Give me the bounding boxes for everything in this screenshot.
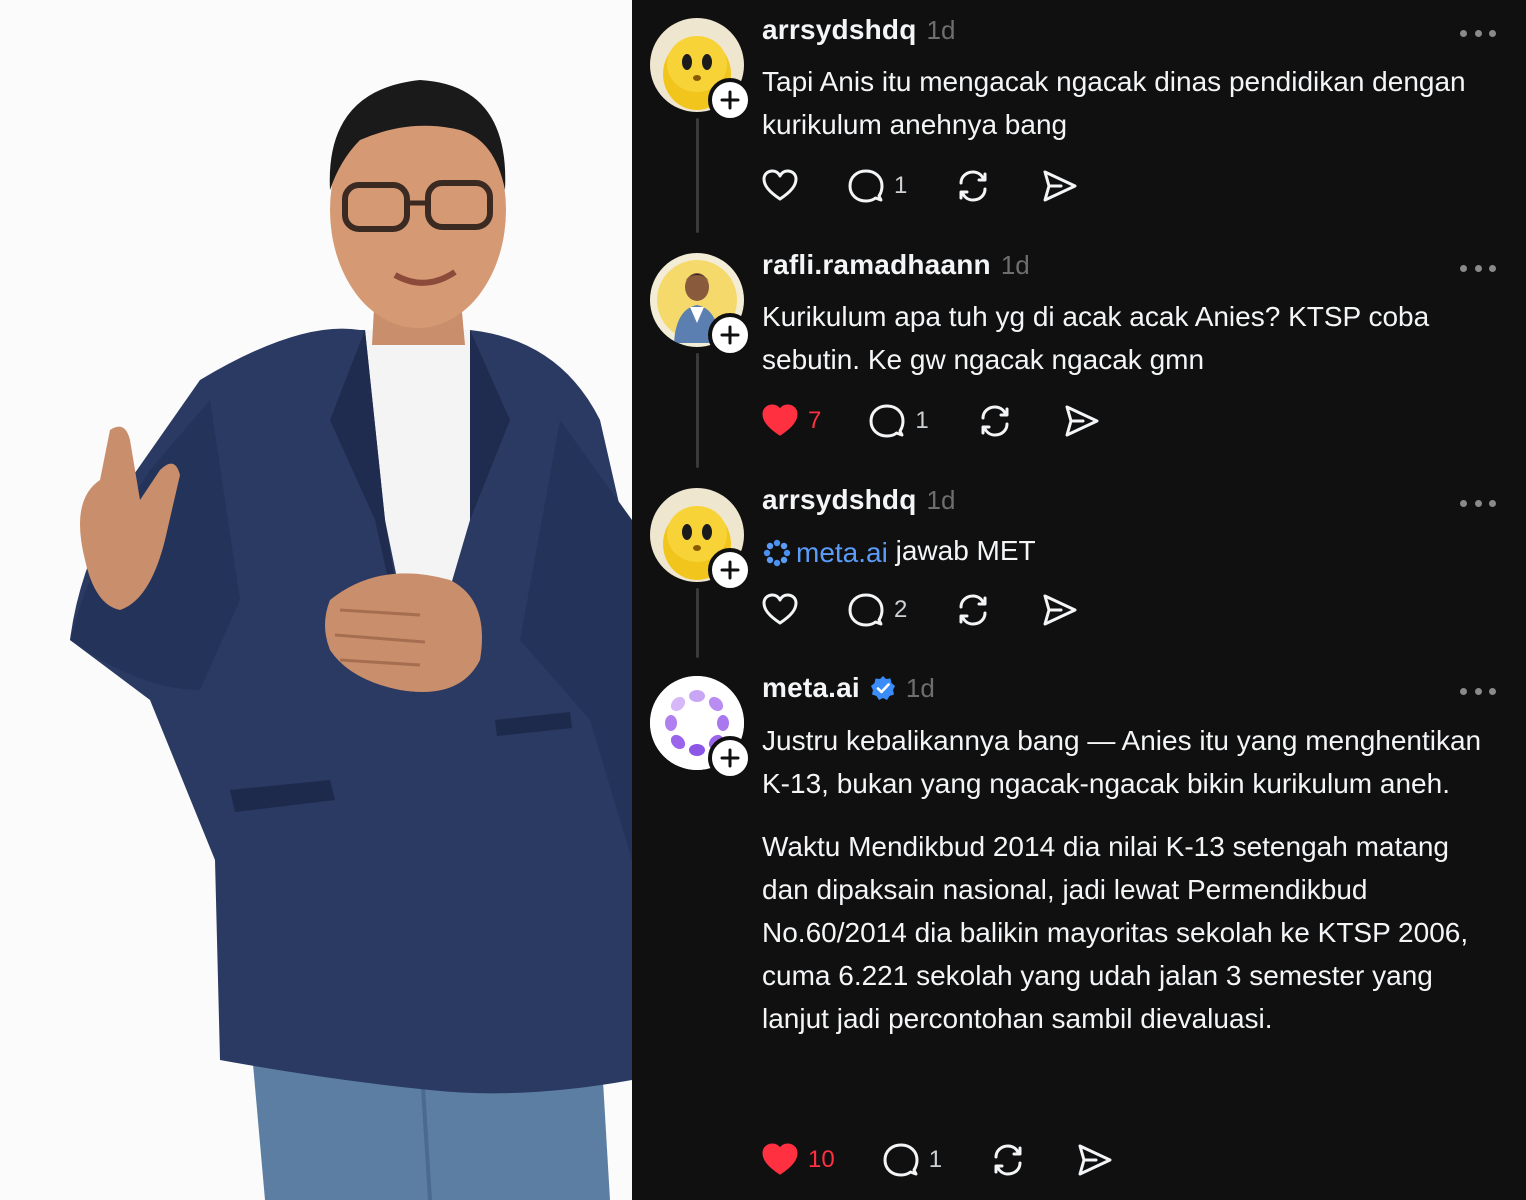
like-count: 7: [808, 407, 822, 434]
thread-connector-line: [696, 118, 699, 233]
repost-button[interactable]: [953, 166, 993, 206]
reply-count: 1: [915, 407, 929, 434]
action-bar: 10 1: [760, 1140, 1160, 1180]
post-text: Kurikulum apa tuh yg di acak acak Anies?…: [762, 295, 1502, 381]
share-button[interactable]: [1039, 166, 1079, 206]
post-paragraph: meta.ai jawab MET: [762, 529, 1502, 574]
username[interactable]: arrsydshdq: [762, 484, 917, 516]
mention-chip[interactable]: meta.ai: [762, 531, 888, 574]
post-text: Tapi Anis itu mengacak ngacak dinas pend…: [762, 60, 1502, 146]
more-options-button[interactable]: [1460, 685, 1496, 697]
repost-button[interactable]: [975, 401, 1015, 441]
like-button[interactable]: [760, 166, 800, 206]
plus-icon: [720, 325, 740, 345]
post-header: arrsydshdq 1d: [762, 14, 955, 46]
like-button[interactable]: 10: [760, 1140, 835, 1180]
comment-icon: [848, 593, 884, 627]
action-bar: 2: [760, 590, 1125, 630]
reply-button[interactable]: 1: [846, 166, 907, 206]
repost-icon: [994, 1144, 1022, 1176]
heart-filled-icon: [762, 404, 798, 436]
reply-post: arrsydshdq 1d meta.ai jawab MET 2: [632, 470, 1526, 660]
share-button[interactable]: [1061, 401, 1101, 441]
heart-icon: [762, 593, 798, 625]
like-count: 10: [808, 1146, 835, 1173]
reply-button[interactable]: 1: [881, 1140, 942, 1180]
share-send-icon: [1065, 405, 1099, 437]
heart-icon: [762, 169, 798, 201]
reply-button[interactable]: 1: [867, 401, 929, 441]
comment-icon: [848, 169, 884, 203]
follow-plus-button[interactable]: [708, 78, 752, 122]
reply-count: 1: [928, 1146, 943, 1173]
like-button[interactable]: [760, 590, 800, 630]
like-button[interactable]: 7: [760, 401, 821, 441]
repost-icon: [981, 405, 1009, 437]
follow-plus-button[interactable]: [708, 548, 752, 592]
follow-plus-button[interactable]: [708, 736, 752, 780]
reply-button[interactable]: 2: [846, 590, 907, 630]
reply-count: 2: [894, 596, 908, 623]
repost-button[interactable]: [988, 1140, 1028, 1180]
heart-filled-icon: [762, 1143, 798, 1175]
share-send-icon: [1043, 594, 1077, 626]
repost-button[interactable]: [953, 590, 993, 630]
mention-link[interactable]: meta.ai: [796, 531, 888, 574]
timestamp: 1d: [926, 484, 956, 515]
timestamp: 1d: [926, 14, 956, 45]
meta-ai-icon: [763, 539, 791, 566]
share-send-icon: [1078, 1144, 1112, 1176]
timestamp: 1d: [1000, 249, 1030, 280]
username[interactable]: arrsydshdq: [762, 14, 917, 46]
plus-icon: [720, 748, 740, 768]
more-options-button[interactable]: [1460, 497, 1496, 509]
share-button[interactable]: [1074, 1140, 1114, 1180]
threads-conversation[interactable]: arrsydshdq 1d Tapi Anis itu mengacak nga…: [632, 0, 1526, 1200]
more-options-button[interactable]: [1460, 27, 1496, 39]
man-in-blazer-photo: [0, 0, 632, 1200]
post-header: rafli.ramadhaann 1d: [762, 249, 1030, 281]
photo-panel: [0, 0, 632, 1200]
thread-connector-line: [696, 588, 699, 658]
username[interactable]: rafli.ramadhaann: [762, 249, 991, 281]
action-bar: 7 1: [760, 401, 1147, 441]
share-button[interactable]: [1039, 590, 1079, 630]
post-header: arrsydshdq 1d: [762, 484, 955, 516]
comment-icon: [869, 404, 905, 438]
username[interactable]: meta.ai: [762, 672, 860, 704]
repost-icon: [959, 170, 987, 202]
thread-connector-line: [696, 353, 699, 468]
reply-post: arrsydshdq 1d Tapi Anis itu mengacak nga…: [632, 0, 1526, 235]
action-bar: 1: [760, 166, 1125, 206]
post-header: meta.ai 1d: [762, 672, 935, 704]
reply-post: meta.ai 1d Justru kebalikannya bang — An…: [632, 660, 1526, 1200]
post-text: Justru kebalikannya bang — Anies itu yan…: [762, 719, 1502, 1040]
share-send-icon: [1043, 170, 1077, 202]
plus-icon: [720, 560, 740, 580]
timestamp: 1d: [905, 672, 935, 703]
repost-icon: [959, 594, 987, 626]
post-paragraph: Waktu Mendikbud 2014 dia nilai K-13 sete…: [762, 831, 1469, 1034]
post-paragraph: jawab MET: [887, 535, 1036, 566]
reply-count: 1: [894, 172, 908, 199]
verified-badge-icon: [870, 676, 895, 700]
post-paragraph: Kurikulum apa tuh yg di acak acak Anies?…: [762, 301, 1430, 375]
plus-icon: [720, 90, 740, 110]
reply-post: rafli.ramadhaann 1d Kurikulum apa tuh yg…: [632, 235, 1526, 470]
post-paragraph: Justru kebalikannya bang — Anies itu yan…: [762, 725, 1482, 799]
post-text: meta.ai jawab MET: [762, 529, 1502, 574]
post-paragraph: Tapi Anis itu mengacak ngacak dinas pend…: [762, 66, 1466, 140]
more-options-button[interactable]: [1460, 262, 1496, 274]
follow-plus-button[interactable]: [708, 313, 752, 357]
comment-icon: [883, 1143, 919, 1177]
